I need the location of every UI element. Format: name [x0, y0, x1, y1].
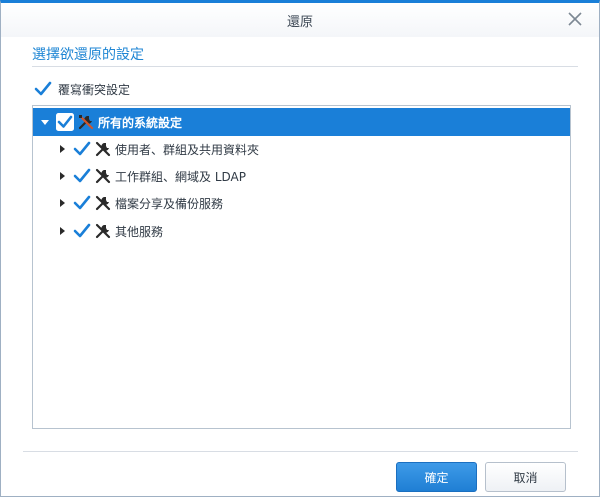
- tree-checkbox[interactable]: [73, 167, 91, 185]
- overwrite-conflict-checkbox[interactable]: 覆寫衝突設定: [34, 80, 130, 98]
- triangle-right-icon[interactable]: [55, 196, 69, 210]
- triangle-down-icon[interactable]: [38, 115, 52, 129]
- title-bar: 還原: [1, 3, 599, 37]
- triangle-right-icon[interactable]: [55, 142, 69, 156]
- settings-tree: 所有的系統設定 使用者、群組及共用資料夾 工作群組、網域及 LDAP 檔案分享及…: [32, 105, 571, 429]
- footer-divider: [23, 451, 578, 452]
- close-icon: [568, 12, 582, 26]
- checkmark-icon: [34, 80, 52, 98]
- section-divider: [32, 66, 578, 67]
- restore-dialog: 還原 選擇欲還原的設定 覆寫衝突設定 所有的系統設定 使用者、群組及共用資料夾 …: [0, 0, 600, 497]
- tools-icon: [94, 167, 112, 185]
- tree-checkbox[interactable]: [73, 140, 91, 158]
- tree-item-users-groups-shared-folders[interactable]: 使用者、群組及共用資料夾: [33, 135, 570, 163]
- tree-item-label: 檔案分享及備份服務: [115, 196, 224, 211]
- tree-item-label: 所有的系統設定: [98, 115, 183, 130]
- section-title: 選擇欲還原的設定: [32, 47, 144, 63]
- close-button[interactable]: [565, 9, 585, 29]
- tools-icon: [94, 194, 112, 212]
- tree-item-other-services[interactable]: 其他服務: [33, 217, 570, 245]
- triangle-right-icon[interactable]: [55, 224, 69, 238]
- dialog-title: 還原: [286, 15, 313, 30]
- tree-item-file-sharing-backup[interactable]: 檔案分享及備份服務: [33, 189, 570, 217]
- tree-checkbox[interactable]: [73, 222, 91, 240]
- tree-item-label: 使用者、群組及共用資料夾: [115, 142, 260, 157]
- tools-icon: [77, 113, 95, 131]
- overwrite-conflict-label: 覆寫衝突設定: [58, 82, 131, 97]
- tools-icon: [94, 140, 112, 158]
- triangle-right-icon[interactable]: [55, 169, 69, 183]
- tools-icon: [94, 222, 112, 240]
- tree-item-workgroup-domain-ldap[interactable]: 工作群組、網域及 LDAP: [33, 162, 570, 190]
- cancel-button[interactable]: 取消: [485, 462, 566, 492]
- tree-checkbox-root[interactable]: [56, 113, 74, 131]
- tree-item-all-system-settings[interactable]: 所有的系統設定: [33, 108, 570, 136]
- tree-item-label: 其他服務: [115, 224, 164, 239]
- ok-button[interactable]: 確定: [396, 462, 477, 492]
- tree-checkbox[interactable]: [73, 194, 91, 212]
- tree-item-label: 工作群組、網域及 LDAP: [115, 169, 246, 184]
